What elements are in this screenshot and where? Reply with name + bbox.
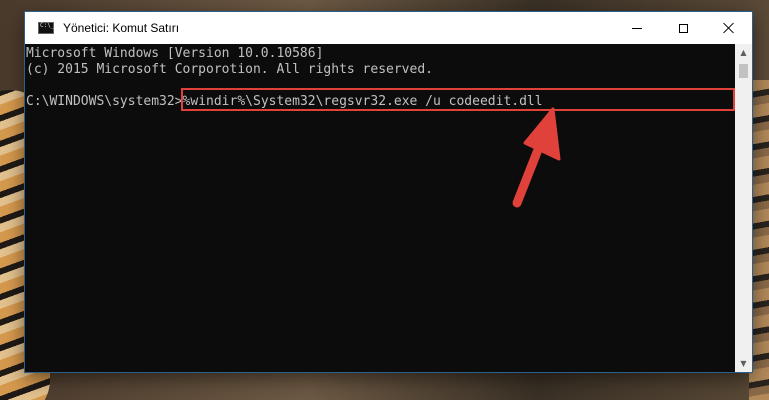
maximize-icon [678,23,688,33]
wallpaper-tiger-right [749,80,769,400]
console-output[interactable]: Microsoft Windows [Version 10.0.10586] (… [25,44,735,372]
console-line-version: Microsoft Windows [Version 10.0.10586] [26,46,324,61]
console-prompt: C:\WINDOWS\system32> [26,94,183,109]
maximize-button[interactable] [660,12,706,44]
vertical-scrollbar[interactable]: ▲ ▼ [735,44,752,372]
command-prompt-window: Yönetici: Komut Satırı Microsoft Windows… [25,12,752,372]
minimize-button[interactable] [614,12,660,44]
red-arrow-icon [512,107,561,208]
scroll-thumb[interactable] [739,64,748,78]
close-button[interactable] [706,12,752,44]
scroll-up-arrow-icon[interactable]: ▲ [735,44,752,61]
title-bar[interactable]: Yönetici: Komut Satırı [25,12,752,44]
console-command-line[interactable]: C:\WINDOWS\system32>%windir%\System32\re… [26,88,735,111]
cmd-app-icon [38,22,54,34]
console-line-copyright: (c) 2015 Microsoft Corporotion. All righ… [26,62,433,77]
close-icon [723,22,735,34]
scroll-down-arrow-icon[interactable]: ▼ [735,355,752,372]
caption-buttons [614,12,752,44]
window-title: Yönetici: Komut Satırı [63,21,180,35]
console-command: %windir%\System32\regsvr32.exe /u codeed… [182,94,543,109]
minimize-icon [632,27,642,29]
